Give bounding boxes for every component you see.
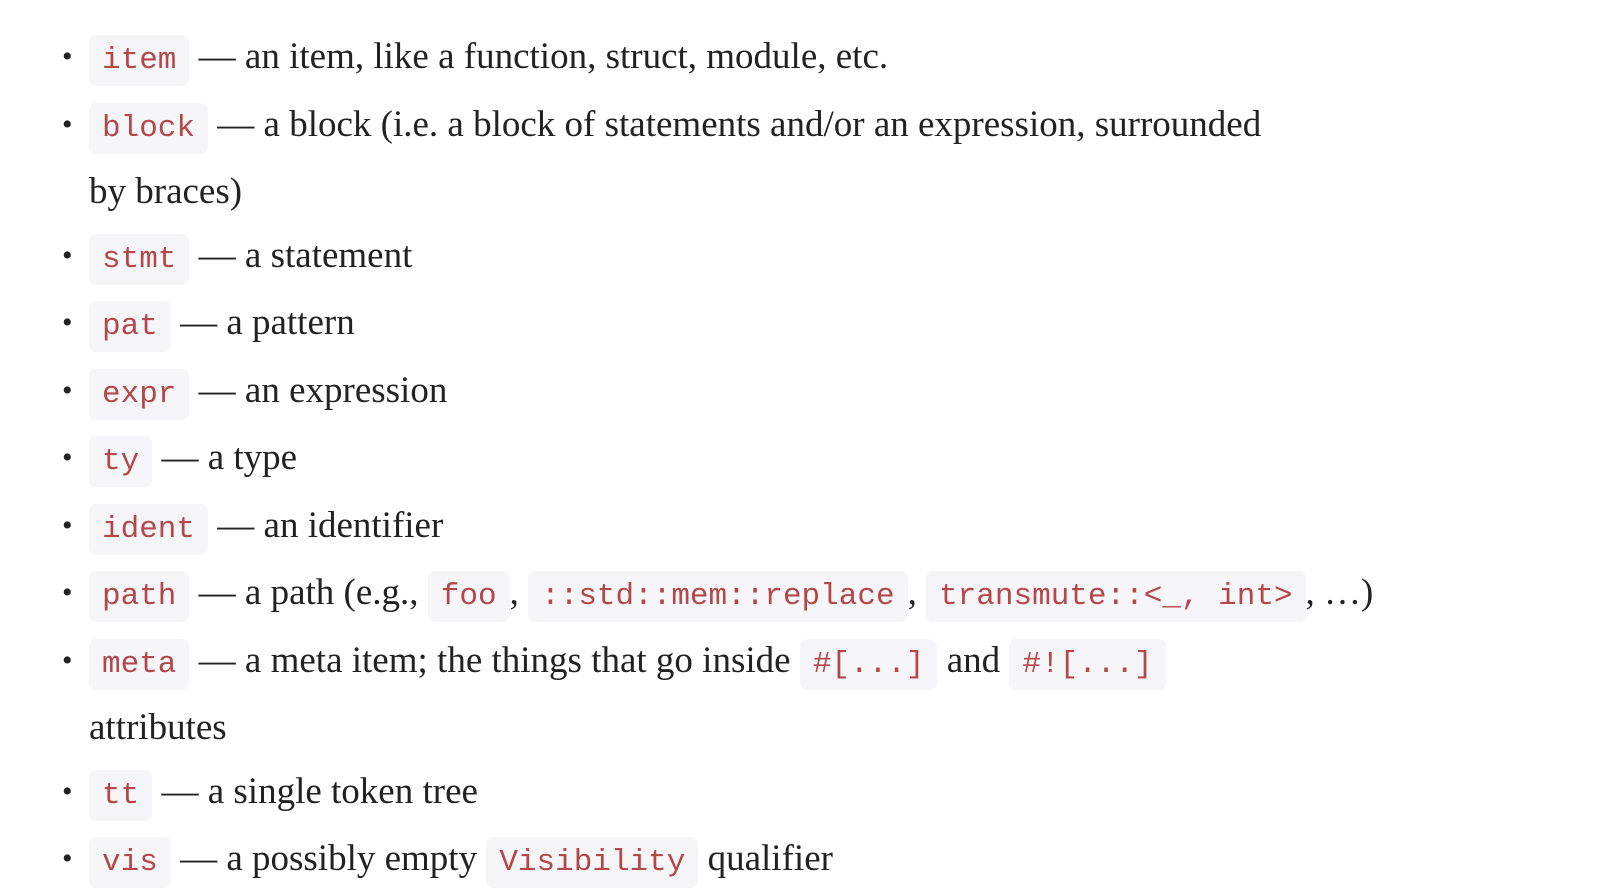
description-text: , [509,572,529,613]
fragment-specifier-list: • item — an item, like a function, struct… [62,25,1489,895]
bullet-icon: • [62,508,73,542]
inline-code: transmute::<_, int> [926,571,1306,622]
list-item: • pat — a pattern [62,291,1489,359]
inline-code: ident [89,503,209,555]
inline-code: tt [89,769,153,821]
inline-code: foo [427,571,510,622]
description-text: qualifier [698,838,833,879]
bullet-icon: • [62,441,73,474]
bullet-icon: • [62,238,73,272]
list-item: • block — a block (i.e. a block of statem… [62,93,1489,224]
bullet-icon: • [62,306,73,339]
bullet-icon: • [62,40,73,73]
list-item: • meta — a meta item; the things that go … [62,629,1489,760]
bullet-icon: • [62,373,73,407]
bullet-icon: • [62,107,73,141]
inline-code: expr [89,368,190,420]
bullet-icon: • [62,576,73,609]
description-text: — a meta item; the things that go inside [189,639,800,681]
list-item: • item — an item, like a function, struct… [62,25,1489,93]
list-item: • stmt — a statement [62,224,1489,292]
inline-code: ty [89,436,153,487]
description-text: — a statement [189,234,413,276]
description-text: — a type [152,437,298,478]
description-text: — a single token tree [152,770,478,812]
description-text: — a pattern [170,302,355,343]
inline-code: vis [89,837,171,888]
description-text: — a block (i.e. a block of statements an… [208,103,1262,145]
inline-code: Visibility [486,837,699,888]
list-item: • expr — an expression [62,359,1489,427]
description-text: by braces) [89,171,243,212]
list-item: • vis — a possibly empty Visibility quali… [62,827,1489,895]
inline-code: item [89,35,190,86]
inline-code: stmt [89,233,190,285]
bullet-icon: • [62,774,73,808]
list-item: • path — a path (e.g., foo, ::std::mem::r… [62,561,1489,629]
inline-code: meta [89,638,190,690]
description-text: — an expression [189,369,448,411]
description-text: — a path (e.g., [189,572,428,613]
description-text: , [907,572,927,613]
inline-code: #[...] [799,638,938,690]
inline-code: ::std::mem::replace [528,571,908,622]
description-text: — an identifier [208,504,444,546]
description-text: attributes [89,707,227,748]
description-text: , …) [1305,572,1374,613]
description-text: and [937,639,1010,681]
description-text: — an item, like a function, struct, modu… [189,36,889,77]
inline-code: block [89,102,209,154]
list-item: • tt — a single token tree [62,760,1489,828]
inline-code: pat [89,301,171,352]
bullet-icon: • [62,643,73,677]
list-item: • ident — an identifier [62,494,1489,562]
inline-code: #![...] [1009,638,1166,690]
bullet-icon: • [62,842,73,875]
list-item: • ty — a type [62,426,1489,494]
inline-code: path [89,571,190,622]
description-text: — a possibly empty [170,838,487,879]
